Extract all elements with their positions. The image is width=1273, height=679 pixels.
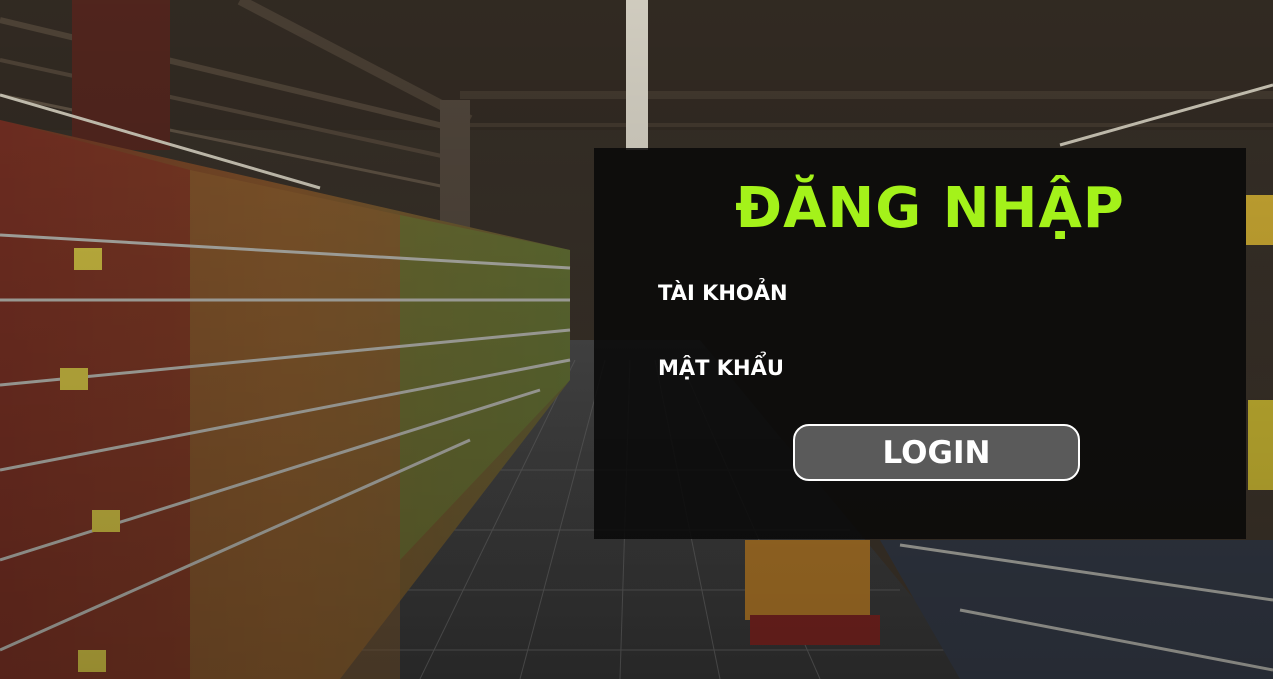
login-screen: ĐĂNG NHẬP TÀI KHOẢN MẬT KHẨU LOGIN	[0, 0, 1273, 679]
login-button[interactable]: LOGIN	[793, 424, 1080, 481]
password-label: MẬT KHẨU	[658, 356, 784, 380]
login-title: ĐĂNG NHẬP	[735, 176, 1125, 241]
login-panel: ĐĂNG NHẬP TÀI KHOẢN MẬT KHẨU LOGIN	[594, 148, 1246, 539]
username-input[interactable]	[809, 276, 1213, 314]
password-input[interactable]	[809, 351, 1213, 389]
username-label: TÀI KHOẢN	[658, 281, 788, 305]
